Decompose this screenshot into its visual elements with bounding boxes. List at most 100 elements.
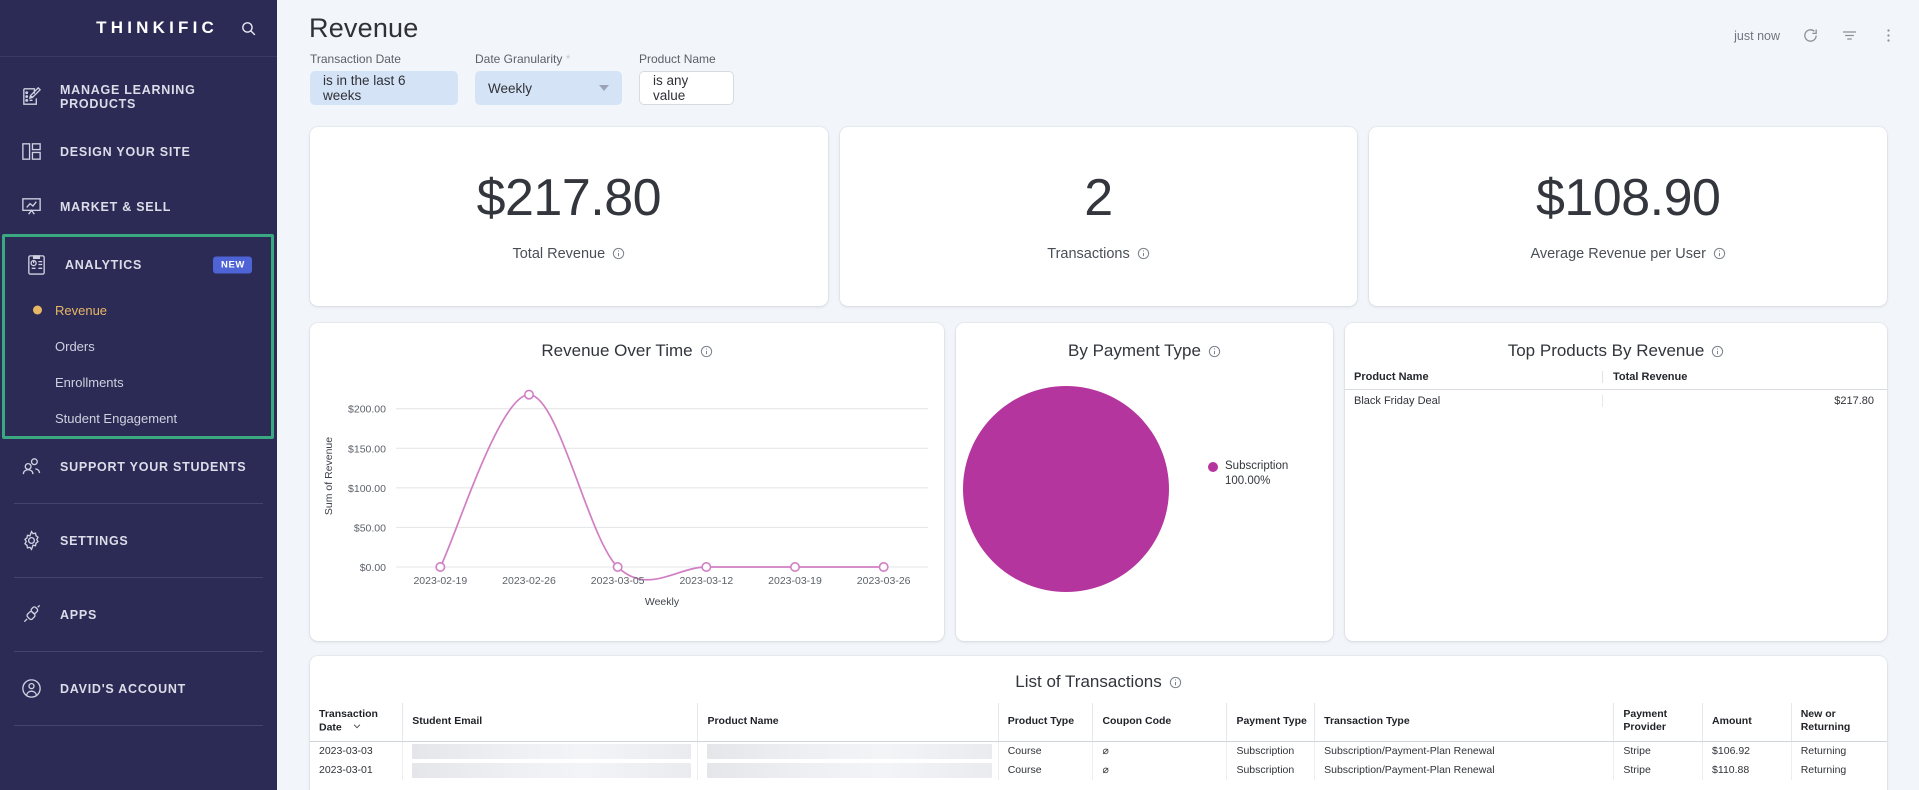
svg-text:Weekly: Weekly	[645, 596, 680, 608]
info-icon[interactable]	[612, 247, 625, 260]
filter-date-granularity: Date Granularity * Weekly	[475, 52, 622, 105]
active-dot-icon	[33, 305, 42, 315]
sidebar-item-davids-account[interactable]: DAVID'S ACCOUNT	[0, 661, 277, 716]
info-icon[interactable]	[1208, 345, 1221, 358]
date-granularity-select[interactable]: Weekly	[475, 71, 622, 105]
column-header-product-name[interactable]: Product Name	[697, 703, 999, 742]
search-icon[interactable]	[240, 20, 257, 37]
table-header-row: Transaction Date Student Email Product N…	[310, 703, 1887, 742]
top-products-header: Product Name Total Revenue	[1345, 361, 1887, 390]
cell-product-name	[697, 760, 999, 780]
filter-icon[interactable]	[1841, 27, 1858, 44]
cell-coupon-code: ⌀	[1092, 760, 1228, 780]
kpi-card-total-revenue[interactable]: $217.80 Total Revenue	[310, 127, 828, 306]
kpi-label: Average Revenue per User	[1530, 245, 1706, 262]
table-row[interactable]: 2023-03-03 Course ⌀ Subscription Subscri…	[310, 741, 1887, 761]
sidebar-item-enrollments[interactable]: Enrollments	[5, 364, 271, 400]
cell-amount: $106.92	[1702, 741, 1792, 761]
status-badge: NEW	[213, 256, 252, 273]
people-icon	[18, 454, 44, 480]
column-header-product-type[interactable]: Product Type	[998, 703, 1094, 742]
cell-product-type: Course	[998, 741, 1094, 761]
info-icon[interactable]	[700, 345, 713, 358]
edit-document-icon	[18, 84, 44, 110]
presentation-chart-icon	[18, 194, 44, 220]
pie-chart[interactable]: Subscription 100.00%	[956, 367, 1333, 632]
svg-text:$0.00: $0.00	[360, 562, 386, 574]
column-header-payment-type[interactable]: Payment Type	[1226, 703, 1316, 742]
chart-row: Revenue Over Time $0.00 $50.00 $100.00 $150…	[277, 306, 1919, 641]
legend-swatch	[1208, 462, 1218, 472]
sidebar-item-student-engagement[interactable]: Student Engagement	[5, 400, 271, 436]
last-refreshed-label: just now	[1734, 28, 1780, 43]
filter-label: Product Name	[639, 52, 716, 66]
sidebar-item-analytics[interactable]: ANALYTICS NEW	[5, 237, 271, 292]
svg-text:2023-03-26: 2023-03-26	[857, 575, 911, 587]
column-header-payment-provider[interactable]: Payment Provider	[1613, 703, 1704, 742]
filter-value: is in the last 6 weeks	[323, 73, 406, 103]
svg-text:2023-02-19: 2023-02-19	[413, 575, 467, 587]
table-row[interactable]: 2023-03-01 Course ⌀ Subscription Subscri…	[310, 760, 1887, 780]
sidebar-item-design-your-site[interactable]: DESIGN YOUR SITE	[0, 124, 277, 179]
chevron-down-icon	[599, 85, 609, 91]
list-of-transactions-card: List of Transactions Transaction Date St…	[310, 656, 1887, 790]
sidebar-item-support-your-students[interactable]: SUPPORT YOUR STUDENTS	[0, 439, 277, 494]
sidebar-item-label: ANALYTICS	[65, 257, 143, 272]
svg-text:$150.00: $150.00	[348, 443, 386, 455]
info-icon[interactable]	[1137, 247, 1150, 260]
sidebar-item-market-and-sell[interactable]: MARKET & SELL	[0, 179, 277, 234]
gear-icon	[18, 528, 44, 554]
revenue-over-time-card: Revenue Over Time $0.00 $50.00 $100.00 $150…	[310, 323, 944, 641]
column-header-student-email[interactable]: Student Email	[402, 703, 699, 742]
kebab-menu-icon[interactable]	[1880, 27, 1897, 44]
info-icon[interactable]	[1169, 676, 1182, 689]
refresh-icon[interactable]	[1802, 27, 1819, 44]
svg-text:2023-02-26: 2023-02-26	[502, 575, 556, 587]
kpi-card-transactions[interactable]: 2 Transactions	[839, 127, 1358, 306]
svg-text:Sum of Revenue: Sum of Revenue	[323, 437, 335, 515]
user-circle-icon	[18, 676, 44, 702]
info-icon[interactable]	[1713, 247, 1726, 260]
pie-legend: Subscription 100.00%	[1208, 459, 1288, 489]
kpi-card-average-revenue-per-user[interactable]: $108.90 Average Revenue per User	[1369, 127, 1888, 306]
chart-title: Revenue Over Time	[541, 341, 693, 360]
app-root: THINKIFIC MANAGE LEARNING PRODUCTS DESIG…	[0, 0, 1919, 790]
kpi-value: 2	[1084, 168, 1113, 227]
column-header-product-name[interactable]: Product Name	[1354, 371, 1602, 383]
product-name-filter-input[interactable]: is any value	[639, 71, 734, 105]
panel-title: List of Transactions	[1015, 672, 1162, 691]
chevron-down-icon[interactable]	[352, 721, 362, 735]
column-header-total-revenue[interactable]: Total Revenue	[1602, 371, 1878, 383]
table-row[interactable]: Black Friday Deal $217.80	[1345, 390, 1887, 407]
main-content: Revenue just now Transaction Date is in …	[277, 0, 1919, 790]
sidebar-item-apps[interactable]: APPS	[0, 587, 277, 642]
column-header-transaction-type[interactable]: Transaction Type	[1314, 703, 1615, 742]
column-header-coupon-code[interactable]: Coupon Code	[1092, 703, 1228, 742]
info-icon[interactable]	[1711, 345, 1724, 358]
sidebar-header: THINKIFIC	[0, 0, 277, 57]
transaction-date-filter-input[interactable]: is in the last 6 weeks	[310, 71, 458, 105]
cell-new-or-returning: Returning	[1800, 745, 1847, 757]
sidebar-item-orders[interactable]: Orders	[5, 328, 271, 364]
cell-payment-provider: Stripe	[1613, 741, 1704, 761]
cell-transaction-date: 2023-03-03	[310, 741, 404, 761]
cell-new-or-returning: Returning	[1800, 764, 1847, 776]
chart-title-row: Revenue Over Time	[310, 323, 944, 361]
layout-panels-icon	[18, 139, 44, 165]
sidebar-item-revenue[interactable]: Revenue	[5, 292, 271, 328]
kpi-value: $217.80	[476, 168, 662, 227]
cell-transaction-type: Subscription/Payment-Plan Renewal	[1314, 741, 1615, 761]
sidebar-item-settings[interactable]: SETTINGS	[0, 513, 277, 568]
sidebar-item-label: DAVID'S ACCOUNT	[60, 681, 187, 696]
chart-title: By Payment Type	[1068, 341, 1201, 360]
column-header-transaction-date[interactable]: Transaction Date	[310, 703, 404, 742]
cell-payment-provider: Stripe	[1613, 760, 1704, 780]
line-chart[interactable]: $0.00 $50.00 $100.00 $150.00 $200.00 2023-02-…	[310, 367, 944, 632]
sidebar-item-label: APPS	[60, 607, 98, 622]
sidebar-item-manage-learning-products[interactable]: MANAGE LEARNING PRODUCTS	[0, 69, 277, 124]
thinkific-logo: THINKIFIC	[96, 18, 218, 37]
column-header-new-or-returning[interactable]: New or Returning	[1791, 703, 1887, 742]
column-header-amount[interactable]: Amount	[1702, 703, 1792, 742]
filter-label: Date Granularity *	[475, 52, 571, 66]
sidebar-item-label: SETTINGS	[60, 533, 129, 548]
